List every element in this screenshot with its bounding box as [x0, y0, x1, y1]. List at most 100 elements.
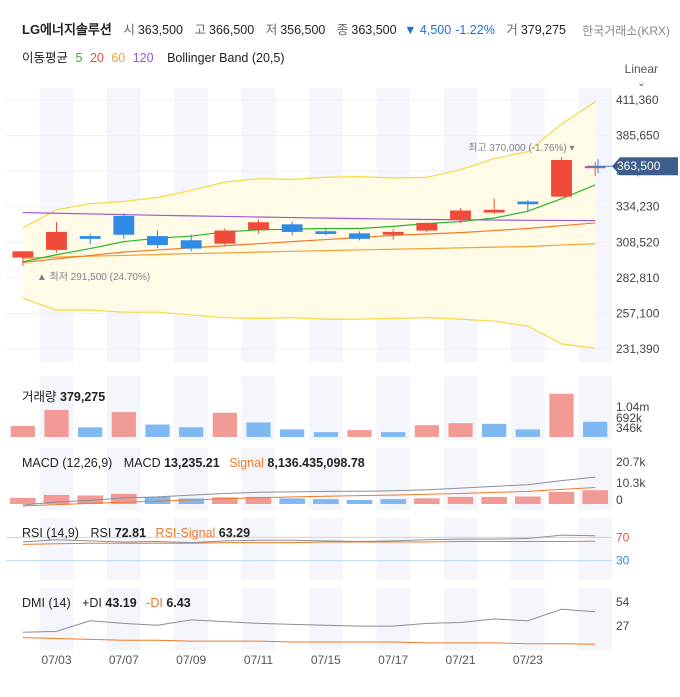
- rsi-tick-30: 30: [616, 554, 630, 568]
- x-axis-label: 07/09: [176, 653, 206, 667]
- macd-line-value: 13,235.21: [164, 456, 220, 470]
- macd-tick-label: 0: [616, 493, 623, 507]
- volume-panel-title: 거래량 379,275: [22, 386, 105, 405]
- column-shade: [443, 588, 478, 650]
- macd-histogram-bar: [481, 496, 507, 504]
- macd-histogram-bar: [313, 499, 339, 504]
- rsi-line-value: 72.81: [114, 526, 147, 540]
- macd-histogram-bar: [414, 498, 440, 504]
- column-shade: [309, 376, 343, 440]
- candle-body: [248, 222, 269, 230]
- volume-bar: [313, 432, 338, 437]
- x-axis-label: 07/03: [41, 653, 71, 667]
- mdi-value: 6.43: [166, 596, 191, 610]
- price-tag-value: 363,500: [617, 159, 661, 173]
- macd-histogram-bar: [515, 496, 541, 504]
- stock-chart[interactable]: 411,360385,650360,000334,230308,520282,8…: [0, 0, 680, 697]
- column-shade: [578, 518, 612, 580]
- pdi-value: 43.19: [105, 596, 137, 610]
- macd-histogram-bar: [380, 499, 406, 504]
- candle-body: [214, 230, 236, 244]
- macd-signal-label: Signal: [229, 456, 264, 470]
- x-axis-label: 07/11: [244, 653, 273, 667]
- rsi-line-label: RSI: [90, 526, 112, 540]
- volume-panel-label: 거래량: [22, 390, 57, 404]
- pdi-label: +DI: [82, 596, 102, 610]
- volume-bar: [179, 427, 204, 437]
- volume-bar: [44, 410, 69, 437]
- candle-body: [483, 209, 505, 213]
- column-shade: [443, 518, 478, 580]
- price-tick-label: 385,650: [616, 129, 660, 143]
- macd-panel-title: MACD (12,26,9) MACD 13,235.21 Signal 8,1…: [22, 456, 365, 470]
- candle-body: [281, 224, 303, 232]
- price-tick-label: 411,360: [616, 93, 659, 107]
- rsi-panel-title: RSI (14,9) RSI 72.81 RSI-Signal 63.29: [22, 526, 250, 540]
- rsi-panel-label: RSI (14,9): [22, 526, 79, 540]
- candle-body: [180, 240, 202, 249]
- volume-bar: [583, 421, 608, 437]
- volume-bar: [145, 424, 170, 437]
- volume-bar: [10, 425, 35, 437]
- price-tick-label: 231,390: [616, 342, 660, 356]
- macd-panel-label: MACD (12,26,9): [22, 456, 113, 470]
- rsi-tick-70: 70: [616, 530, 630, 544]
- macd-histogram-bar: [10, 497, 36, 504]
- candle-body: [416, 222, 438, 231]
- column-shade: [376, 376, 410, 440]
- column-shade: [578, 588, 612, 650]
- volume-bar: [78, 427, 103, 437]
- volume-bar: [212, 412, 237, 437]
- candle-body: [12, 251, 34, 258]
- volume-bar: [549, 393, 574, 437]
- macd-histogram-bar: [279, 498, 305, 504]
- volume-bar: [482, 423, 507, 437]
- column-shade: [309, 588, 343, 650]
- volume-bar: [448, 423, 473, 437]
- macd-histogram-bar: [582, 490, 608, 504]
- volume-bar: [111, 412, 136, 437]
- dmi-panel-title: DMI (14) +DI 43.19 -DI 6.43: [22, 596, 191, 610]
- volume-panel-value: 379,275: [60, 390, 106, 404]
- volume-tick-label: 346k: [616, 421, 643, 435]
- x-axis-label: 07/15: [311, 653, 341, 667]
- volume-bar: [280, 429, 305, 437]
- dmi-panel-label: DMI (14): [22, 596, 71, 610]
- price-tick-label: 308,520: [616, 235, 660, 249]
- price-tick-label: 282,810: [616, 271, 660, 285]
- x-axis-label: 07/23: [513, 653, 543, 667]
- candle-body: [450, 210, 471, 220]
- x-axis-label: 07/07: [109, 653, 139, 667]
- column-shade: [309, 518, 343, 580]
- column-shade: [376, 588, 410, 650]
- macd-signal-value: 8,136.435,098.78: [267, 456, 365, 470]
- candle-body: [147, 236, 168, 246]
- macd-histogram-bar: [548, 491, 575, 504]
- x-axis-label: 07/17: [378, 653, 408, 667]
- column-shade: [511, 588, 545, 650]
- price-tick-label: 257,100: [616, 306, 660, 320]
- mdi-label: -DI: [146, 596, 163, 610]
- candle-body: [382, 231, 404, 235]
- macd-tick-label: 10.3k: [616, 476, 646, 490]
- column-shade: [511, 518, 545, 580]
- dmi-tick-label: 27: [616, 619, 630, 633]
- candle-body: [79, 236, 101, 239]
- volume-bar: [515, 429, 540, 437]
- candle-body: [46, 231, 67, 250]
- dmi-tick-label: 54: [616, 595, 630, 609]
- macd-line-label: MACD: [123, 456, 161, 470]
- volume-bar: [347, 430, 372, 437]
- volume-bar: [414, 425, 439, 437]
- macd-tick-label: 20.7k: [616, 455, 646, 469]
- candle-body: [517, 201, 539, 205]
- candle-body: [349, 233, 370, 239]
- volume-bar: [246, 422, 271, 437]
- rsi-signal-value: 63.29: [218, 526, 251, 540]
- candle-body: [315, 231, 337, 235]
- price-tick-label: 334,230: [616, 200, 660, 214]
- x-axis-label: 07/21: [445, 653, 475, 667]
- low-marker: ▲ 최저 291,500 (24.70%): [37, 271, 150, 283]
- high-marker: 최고 370,000 (-1.76%) ▾: [468, 142, 574, 154]
- candle-body: [113, 216, 135, 235]
